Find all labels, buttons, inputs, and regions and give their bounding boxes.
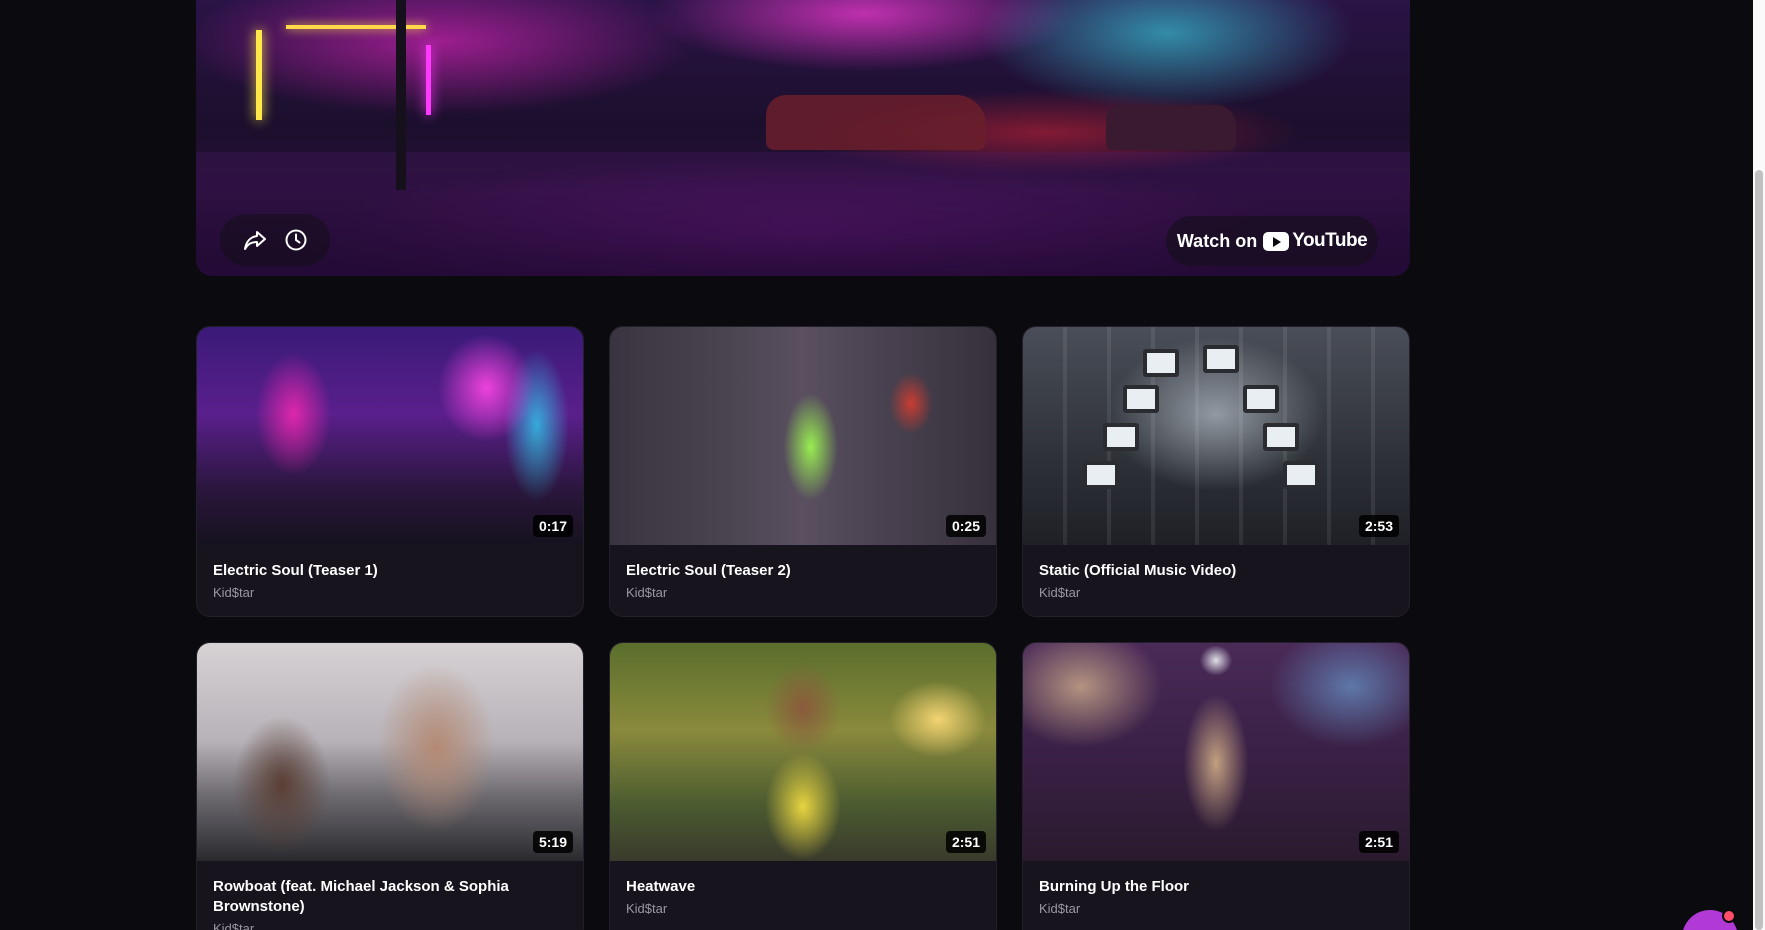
youtube-wordmark: YouTube xyxy=(1292,230,1368,251)
car xyxy=(766,95,986,150)
video-card[interactable]: 5:19 Rowboat (feat. Michael Jackson & So… xyxy=(196,642,584,930)
scrollbar-thumb[interactable] xyxy=(1755,170,1763,930)
channel-name: Kid$tar xyxy=(1039,585,1081,600)
tv-prop xyxy=(1283,461,1319,489)
car xyxy=(1106,105,1236,150)
video-title[interactable]: Static (Official Music Video) xyxy=(1039,561,1393,581)
video-title[interactable]: Burning Up the Floor xyxy=(1039,877,1393,897)
channel-name: Kid$tar xyxy=(626,901,668,916)
tv-prop xyxy=(1103,423,1139,451)
share-icon[interactable] xyxy=(242,227,268,253)
video-card[interactable]: 0:25 Electric Soul (Teaser 2) Kid$tar xyxy=(609,326,997,617)
video-card[interactable]: 2:51 Burning Up the Floor Kid$tar xyxy=(1022,642,1410,930)
neon-sign xyxy=(256,30,262,120)
video-card[interactable]: 2:51 Heatwave Kid$tar xyxy=(609,642,997,930)
tv-prop xyxy=(1083,461,1119,489)
tv-prop xyxy=(1123,385,1159,413)
tv-prop xyxy=(1143,349,1179,377)
notification-badge xyxy=(1722,909,1736,923)
channel-name: Kid$tar xyxy=(1039,901,1081,916)
neon-sign xyxy=(426,45,431,115)
duration-badge: 2:51 xyxy=(945,831,986,853)
tv-prop xyxy=(1243,385,1279,413)
channel-name: Kid$tar xyxy=(213,585,255,600)
youtube-logo-icon: YouTube xyxy=(1263,230,1368,252)
duration-badge: 0:17 xyxy=(532,515,573,537)
video-meta: Heatwave Kid$tar xyxy=(610,861,996,930)
duration-badge: 0:25 xyxy=(945,515,986,537)
channel-name: Kid$tar xyxy=(626,585,668,600)
youtube-play-icon xyxy=(1263,231,1290,251)
watch-on-youtube-button[interactable]: Watch on YouTube xyxy=(1166,216,1378,266)
video-meta: Electric Soul (Teaser 1) Kid$tar xyxy=(197,545,583,616)
video-thumbnail[interactable]: 2:51 xyxy=(1023,643,1409,861)
video-thumbnail[interactable]: 0:17 xyxy=(197,327,583,545)
video-title[interactable]: Electric Soul (Teaser 2) xyxy=(626,561,980,581)
video-card[interactable]: 2:53 Static (Official Music Video) Kid$t… xyxy=(1022,326,1410,617)
watch-on-label: Watch on xyxy=(1176,230,1258,251)
video-meta: Static (Official Music Video) Kid$tar xyxy=(1023,545,1409,616)
video-title[interactable]: Rowboat (feat. Michael Jackson & Sophia … xyxy=(213,877,567,917)
street-pole xyxy=(396,0,406,190)
video-title[interactable]: Electric Soul (Teaser 1) xyxy=(213,561,567,581)
video-card[interactable]: 0:17 Electric Soul (Teaser 1) Kid$tar xyxy=(196,326,584,617)
video-thumbnail[interactable]: 2:53 xyxy=(1023,327,1409,545)
tv-prop xyxy=(1203,345,1239,373)
duration-badge: 2:51 xyxy=(1358,831,1399,853)
video-meta: Rowboat (feat. Michael Jackson & Sophia … xyxy=(197,861,583,930)
video-meta: Burning Up the Floor Kid$tar xyxy=(1023,861,1409,930)
video-meta: Electric Soul (Teaser 2) Kid$tar xyxy=(610,545,996,616)
duration-badge: 5:19 xyxy=(532,831,573,853)
video-thumbnail[interactable]: 0:25 xyxy=(610,327,996,545)
clock-icon[interactable] xyxy=(283,227,309,253)
video-thumbnail[interactable]: 2:51 xyxy=(610,643,996,861)
video-title[interactable]: Heatwave xyxy=(626,877,980,897)
page-scrollbar[interactable] xyxy=(1753,0,1765,930)
channel-name: Kid$tar xyxy=(213,921,255,930)
video-thumbnail[interactable]: 5:19 xyxy=(197,643,583,861)
tv-prop xyxy=(1263,423,1299,451)
duration-badge: 2:53 xyxy=(1358,515,1399,537)
player-controls xyxy=(220,214,330,266)
